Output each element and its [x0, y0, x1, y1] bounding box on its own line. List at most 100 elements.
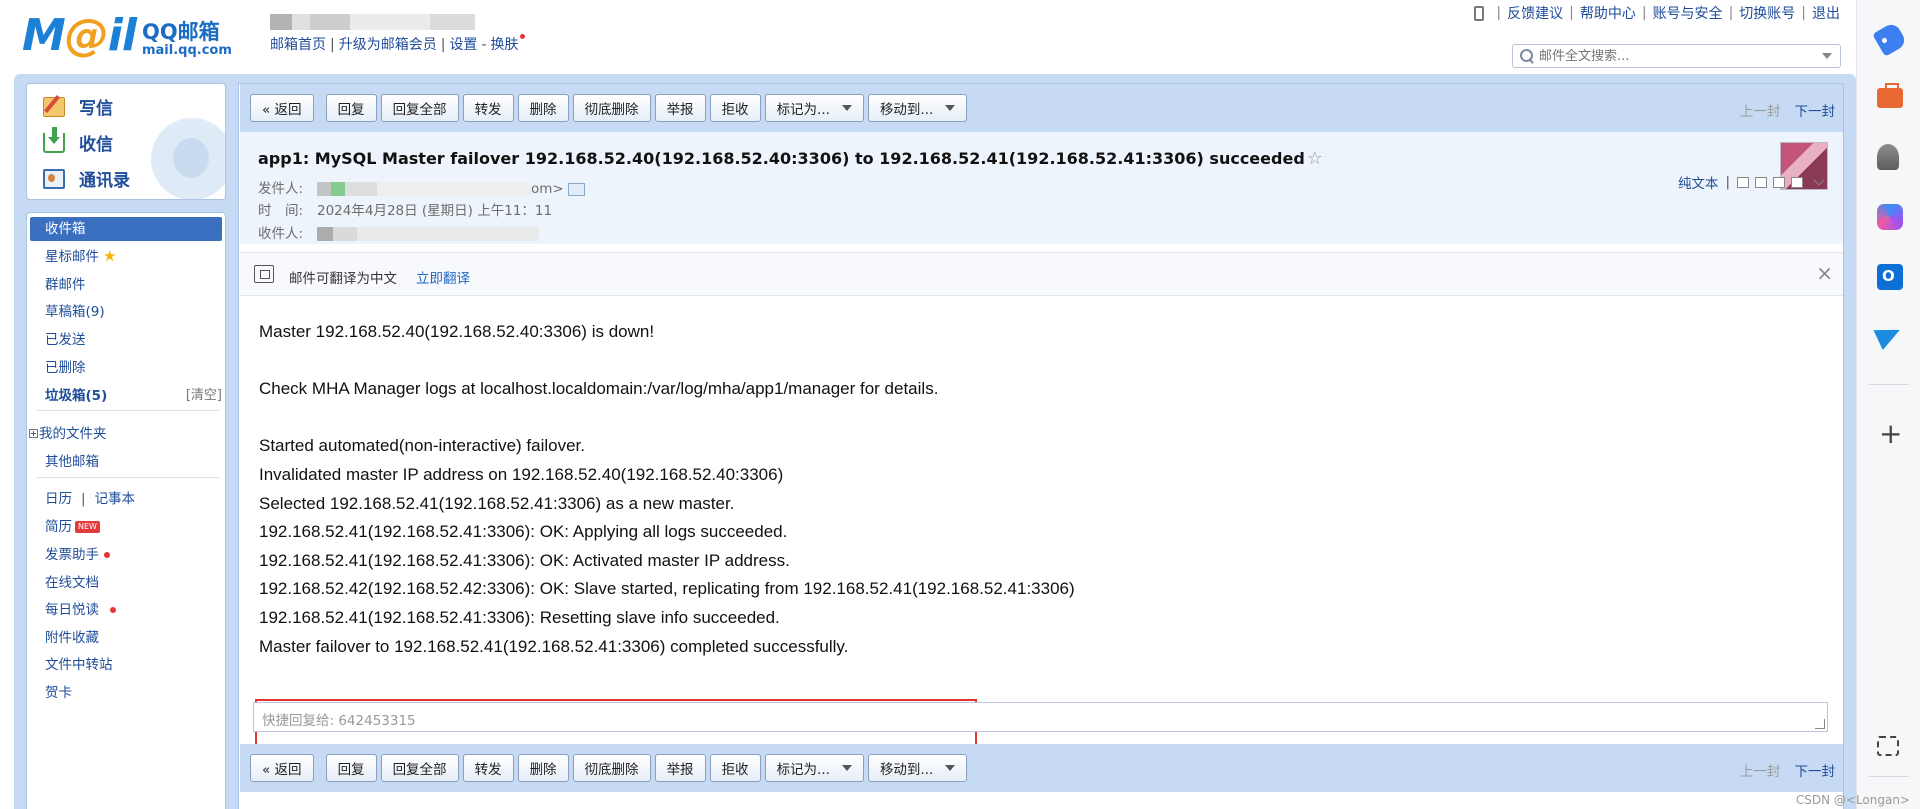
link-notes[interactable]: 记事本: [95, 491, 136, 507]
recipient-blurred: [317, 227, 539, 241]
chevron-down-icon[interactable]: [1813, 174, 1825, 186]
link-skin[interactable]: 换肤: [491, 37, 519, 53]
quick-reply-input[interactable]: 快捷回复给: 642453315: [253, 702, 1828, 732]
screenshot-icon[interactable]: [1877, 736, 1899, 756]
link-invoice[interactable]: 发票助手: [45, 543, 110, 563]
link-settings[interactable]: 设置: [449, 37, 477, 53]
add-icon[interactable]: +: [1879, 420, 1902, 448]
search-box[interactable]: [1512, 44, 1841, 68]
resize-handle[interactable]: [1815, 719, 1825, 729]
body-line: 192.168.52.41(192.168.52.41:3306): OK: A…: [259, 522, 788, 542]
copilot-icon[interactable]: [1877, 204, 1903, 230]
to-label: 收件人:: [258, 226, 304, 242]
plain-text-link[interactable]: 纯文本: [1678, 172, 1719, 192]
link-upgrade-vip[interactable]: 升级为邮箱会员: [339, 37, 437, 53]
link-calendar[interactable]: 日历: [45, 491, 72, 507]
expand-icon[interactable]: [29, 429, 38, 438]
body-line: Started automated(non-interactive) failo…: [259, 436, 586, 456]
delete-button[interactable]: 删除: [517, 754, 569, 782]
outlook-icon[interactable]: [1877, 264, 1903, 290]
link-attachments[interactable]: 附件收藏: [45, 626, 99, 646]
move-to-dropdown[interactable]: 移动到...: [867, 754, 968, 782]
link-logout[interactable]: 退出: [1812, 3, 1840, 23]
people-icon[interactable]: [1877, 144, 1899, 170]
link-file-transfer[interactable]: 文件中转站: [45, 653, 113, 673]
divider: [37, 477, 219, 478]
folder-other-mail[interactable]: 其他邮箱: [45, 450, 99, 470]
folder-inbox[interactable]: 收件箱: [30, 217, 222, 241]
reply-all-button[interactable]: 回复全部: [380, 754, 459, 782]
spam-clear-link[interactable]: [清空]: [186, 384, 222, 403]
reply-all-button[interactable]: 回复全部: [380, 94, 459, 122]
prev-message-link[interactable]: 上一封: [1740, 104, 1781, 120]
report-button[interactable]: 举报: [654, 754, 706, 782]
receive-label: 收信: [79, 135, 113, 155]
link-switch-account[interactable]: 切换账号: [1739, 3, 1795, 23]
message-panel: « 返回 回复 回复全部 转发 删除 彻底删除 举报 拒收 标记为... 移动到…: [238, 83, 1844, 809]
send-icon[interactable]: [1873, 319, 1905, 351]
print-icon[interactable]: [1755, 176, 1767, 188]
folder-starred[interactable]: 星标邮件 ★: [45, 245, 116, 265]
next-message-link[interactable]: 下一封: [1795, 104, 1836, 120]
divider: [1869, 384, 1909, 385]
new-window-icon[interactable]: [1737, 176, 1749, 188]
reply-button[interactable]: 回复: [325, 754, 377, 782]
mark-as-dropdown[interactable]: 标记为...: [764, 94, 864, 122]
link-mail-home[interactable]: 邮箱首页: [270, 37, 326, 53]
contacts-label: 通讯录: [79, 171, 130, 191]
receive-button[interactable]: 收信: [43, 126, 113, 155]
download-icon[interactable]: [1773, 176, 1785, 188]
subject-text: app1: MySQL Master failover 192.168.52.4…: [258, 149, 1305, 168]
toolbox-icon[interactable]: [1877, 83, 1903, 108]
tools-row: 日历 | 记事本: [45, 491, 136, 507]
contact-card-icon[interactable]: [567, 182, 585, 196]
report-button[interactable]: 举报: [654, 94, 706, 122]
compose-icon: [43, 96, 65, 117]
next-message-link[interactable]: 下一封: [1795, 764, 1836, 780]
prev-message-link[interactable]: 上一封: [1740, 764, 1781, 780]
folder-my-folders[interactable]: 我的文件夹: [29, 422, 107, 442]
folder-my-folders-label: 我的文件夹: [39, 426, 107, 442]
link-daily-reading[interactable]: 每日悦读: [45, 598, 116, 618]
chevron-down-icon: [841, 765, 852, 771]
search-icon: [1519, 48, 1535, 64]
logo[interactable]: M@il QQ邮箱 mail.qq.com: [22, 12, 232, 58]
search-input[interactable]: [1539, 48, 1822, 64]
link-greeting-cards[interactable]: 贺卡: [45, 681, 72, 701]
star-outline-icon[interactable]: ☆: [1307, 148, 1323, 169]
reject-button[interactable]: 拒收: [709, 754, 761, 782]
link-help[interactable]: 帮助中心: [1580, 3, 1636, 23]
link-invoice-label: 发票助手: [45, 547, 99, 563]
reply-button[interactable]: 回复: [325, 94, 377, 122]
chevron-down-icon[interactable]: [1822, 53, 1832, 59]
delete-button[interactable]: 删除: [517, 94, 569, 122]
folder-spam[interactable]: 垃圾箱(5): [45, 384, 107, 404]
forward-button[interactable]: 转发: [462, 94, 514, 122]
back-button[interactable]: « 返回: [250, 754, 314, 782]
back-button[interactable]: « 返回: [250, 94, 314, 122]
link-online-docs[interactable]: 在线文档: [45, 571, 99, 591]
delete-permanently-button[interactable]: 彻底删除: [572, 754, 651, 782]
move-to-dropdown[interactable]: 移动到...: [867, 94, 968, 122]
link-feedback[interactable]: 反馈建议: [1507, 3, 1563, 23]
link-account-security[interactable]: 账号与安全: [1653, 3, 1723, 23]
close-icon[interactable]: ×: [1816, 261, 1833, 285]
phone-icon[interactable]: [1474, 5, 1485, 21]
contacts-button[interactable]: 通讯录: [43, 166, 130, 191]
compose-button[interactable]: 写信: [43, 94, 113, 119]
contacts-icon: [43, 168, 65, 189]
folder-group[interactable]: 群邮件: [45, 273, 86, 293]
folder-drafts[interactable]: 草稿箱(9): [45, 300, 105, 320]
mark-as-dropdown[interactable]: 标记为...: [764, 754, 864, 782]
folder-sent[interactable]: 已发送: [45, 328, 86, 348]
forward-button[interactable]: 转发: [462, 754, 514, 782]
chevron-down-icon: [841, 105, 852, 111]
tag-icon[interactable]: [1872, 21, 1908, 57]
logo-brand: QQ邮箱: [141, 20, 220, 44]
more-icon[interactable]: [1791, 176, 1803, 188]
folder-deleted[interactable]: 已删除: [45, 356, 86, 376]
reject-button[interactable]: 拒收: [709, 94, 761, 122]
link-resume[interactable]: 简历 NEW: [45, 515, 100, 535]
translate-now-link[interactable]: 立即翻译: [416, 267, 470, 287]
delete-permanently-button[interactable]: 彻底删除: [572, 94, 651, 122]
